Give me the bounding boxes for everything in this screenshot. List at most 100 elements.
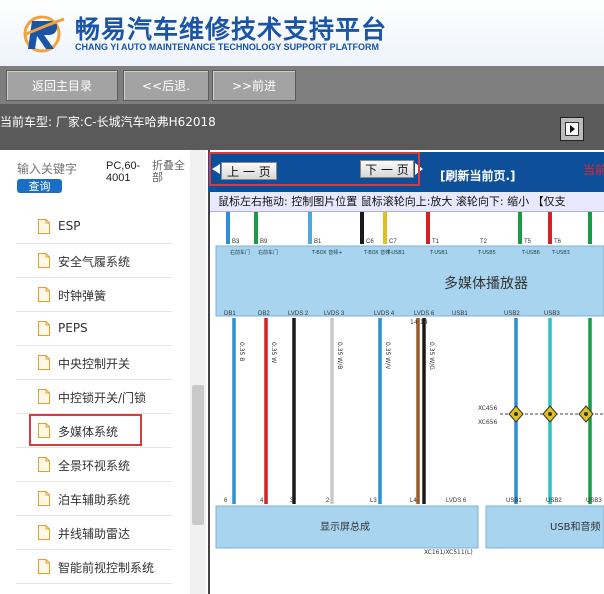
- refresh-link[interactable]: [刷新当前页.]: [440, 167, 516, 184]
- document-icon: [38, 559, 50, 574]
- tree-item[interactable]: 中控锁开关/门锁: [16, 381, 172, 414]
- wire-label: 0.35 B: [238, 342, 245, 361]
- connector-pin-label: B3: [232, 239, 240, 245]
- module-pin-note: T-USB1: [429, 250, 448, 256]
- connector-pin-label: B9: [260, 239, 268, 245]
- wiring-diagram[interactable]: B3 B9 B1 C6 C7 T1 T2 T5 T6右前车门 右前车门 T-BOX 音频+ T-BOX…: [210, 212, 604, 594]
- module-box: [215, 245, 604, 317]
- bottom-pin-label: LVDS 6: [446, 498, 467, 504]
- bottom-pin-label: L3: [370, 498, 377, 504]
- pager-highlight: [209, 152, 420, 186]
- display-title: 显示屏总成: [320, 520, 370, 533]
- usb-title: USB和音频: [550, 520, 601, 533]
- tree-item-label: PEPS: [58, 321, 88, 335]
- module-pin-label: DB1: [224, 311, 236, 317]
- forward-button[interactable]: >>前进: [212, 70, 296, 101]
- tree-item[interactable]: PEPS: [16, 313, 172, 346]
- module-pin-label: USB2: [504, 311, 520, 317]
- vehicle-info: 当前车型: 厂家:C-长城汽车哈弗H62018: [0, 115, 216, 129]
- module-pin-note: 右前车门: [258, 249, 278, 256]
- bottom-pin-label: USB3: [586, 498, 602, 504]
- tree-item-label: 泊车辅助系统: [58, 493, 131, 507]
- usage-hint: 鼠标左右拖动: 控制图片位置 鼠标滚轮向上:放大 滚轮向下: 缩小 【仅支: [210, 192, 604, 212]
- module-pin-note: 右前车门: [230, 249, 250, 256]
- document-icon: [38, 457, 50, 472]
- wire-label: 0.35 W: [270, 342, 277, 363]
- module-pin-label: USB1: [452, 311, 468, 317]
- document-icon: [38, 355, 50, 370]
- connector-pin-label: T5: [524, 239, 532, 245]
- document-icon: [38, 219, 50, 234]
- toggle-panel-button[interactable]: [560, 117, 584, 141]
- module-title: 多媒体播放器: [444, 275, 528, 292]
- sidebar-scroll-thumb[interactable]: [192, 385, 204, 525]
- sidebar-scrollbar[interactable]: [190, 150, 206, 594]
- document-icon: [38, 253, 50, 268]
- splice-label: XC456: [478, 405, 497, 412]
- collapse-all-link[interactable]: 折叠全部: [152, 160, 192, 184]
- tree-item-label: 安全气履系统: [58, 255, 131, 269]
- search-button[interactable]: 查询: [17, 179, 62, 193]
- logo-icon: [23, 15, 65, 53]
- search-input[interactable]: [17, 161, 85, 177]
- selected-item-highlight: [29, 414, 142, 446]
- document-icon: [38, 525, 50, 540]
- arrow-right-icon: [565, 122, 579, 136]
- wire-label: 0.35 W/B: [336, 342, 343, 369]
- pin-number: 14: [420, 319, 428, 326]
- pc-code: PC,60-4001: [106, 160, 141, 184]
- splice-dot: [548, 412, 552, 416]
- vehicle-bar: 当前车型: 厂家:C-长城汽车哈弗H62018: [0, 104, 604, 150]
- tree-item[interactable]: 时钟弹簧: [16, 279, 172, 312]
- connector-pin-label: T1: [432, 239, 440, 245]
- app-header: 畅易汽车维修技术支持平台 CHANG YI AUTO MAINTENANCE T…: [0, 0, 604, 66]
- tree-item[interactable]: 智能前视控制系统: [16, 551, 172, 584]
- tree-item-label: 智能前视控制系统: [58, 561, 155, 575]
- brand-subtitle: CHANG YI AUTO MAINTENANCE TECHNOLOGY SUP…: [75, 42, 380, 52]
- nav-bar: 返回主目录 <<后退. >>前进: [0, 66, 604, 104]
- module-pin-note: T-BOX 音频+: [311, 249, 342, 256]
- document-icon: [38, 321, 50, 336]
- module-pin-label: DB2: [258, 311, 270, 317]
- back-button[interactable]: <<后退.: [123, 70, 209, 101]
- module-pin-note: T-USB1: [386, 250, 405, 256]
- splice-dot: [584, 412, 588, 416]
- tree-item[interactable]: 全景环视系统: [16, 449, 172, 482]
- tree-item[interactable]: 中央控制开关: [16, 347, 172, 380]
- connector-pin-label: T2: [480, 239, 488, 245]
- bottom-pin-label: L4: [410, 498, 417, 504]
- connector-pin-label: B1: [314, 239, 322, 245]
- module-pin-label: LVDS 6: [414, 311, 435, 317]
- module-pin-note: T-USB3: [551, 250, 570, 256]
- home-button[interactable]: 返回主目录: [6, 70, 118, 101]
- bottom-pin-label: USB2: [546, 498, 562, 504]
- module-pin-note: T-USB6: [521, 250, 540, 256]
- tree-item-label: 时钟弹簧: [58, 289, 107, 303]
- connector-pin-label: C7: [389, 239, 397, 245]
- document-icon: [38, 389, 50, 404]
- module-pin-label: LVDS 4: [374, 311, 395, 317]
- splice-dot: [514, 412, 518, 416]
- tree-item-label: 中央控制开关: [58, 357, 131, 371]
- module-pin-label: USB3: [544, 311, 560, 317]
- document-icon: [38, 491, 50, 506]
- splice-label: XC656: [478, 419, 497, 426]
- module-pin-label: LVDS 2: [288, 311, 309, 317]
- tree-item[interactable]: ESP: [16, 211, 172, 244]
- connector-pin-label: C6: [366, 239, 374, 245]
- tree-item-label: 全景环视系统: [58, 459, 131, 473]
- pin-number: 14: [410, 319, 418, 326]
- current-page-label: 当前: [583, 163, 604, 177]
- brand-title: 畅易汽车维修技术支持平台: [75, 15, 388, 44]
- tree-item[interactable]: 安全气履系统: [16, 245, 172, 278]
- module-pin-note: T-USB5: [477, 250, 496, 256]
- wire-label: 0.35 W/G: [428, 342, 435, 370]
- wire-label: 0.35 W/V: [384, 342, 391, 370]
- tree-item[interactable]: 泊车辅助系统: [16, 483, 172, 516]
- tree-item-label: 中控锁开关/门锁: [58, 391, 147, 405]
- module-pin-label: LVDS 3: [324, 311, 345, 317]
- document-icon: [38, 287, 50, 302]
- tree-item[interactable]: 并线辅助雷达: [16, 517, 172, 550]
- tree-item-label: 并线辅助雷达: [58, 527, 131, 541]
- tree-item-label: ESP: [58, 219, 81, 233]
